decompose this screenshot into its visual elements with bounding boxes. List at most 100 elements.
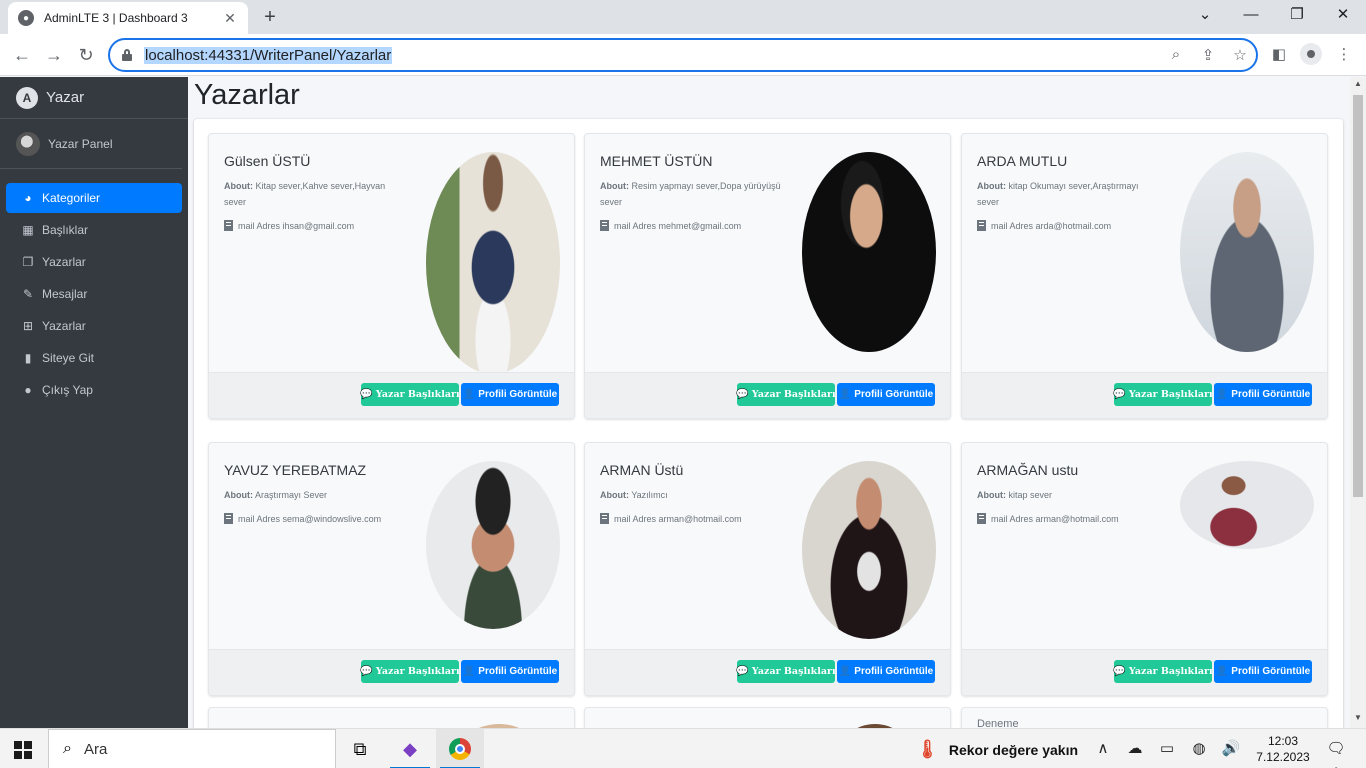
writer-titles-button[interactable]: 💬 Yazar Başlıkları	[360, 660, 460, 683]
writer-about: About: kitap sever	[977, 487, 1162, 503]
writer-titles-button[interactable]: 💬 Yazar Başlıkları	[1113, 383, 1213, 406]
brand-link[interactable]: A Yazar	[0, 77, 188, 119]
visual-studio-icon[interactable]: ◆	[386, 729, 434, 768]
sidebar-item-yazarlar[interactable]: ❐ Yazarlar	[6, 247, 182, 277]
writer-name: ARMAN Üstü	[600, 462, 684, 478]
writer-titles-button[interactable]: 💬 Yazar Başlıkları	[736, 383, 836, 406]
view-profile-button[interactable]: 👤 Profili Görüntüle	[1214, 383, 1312, 406]
clock[interactable]: 12:03 7.12.2023	[1248, 733, 1318, 765]
button-label: Yazar Başlıkları	[375, 389, 460, 400]
building-icon	[600, 220, 609, 231]
writer-mail: mail Adres ihsan@gmail.com	[224, 220, 354, 231]
copy-icon: ❐	[22, 255, 34, 269]
edit-icon: ✎	[22, 287, 34, 301]
forward-icon[interactable]: →	[42, 43, 66, 67]
card-footer: 💬 Yazar Başlıkları 👤 Profili Görüntüle	[585, 372, 950, 418]
user-icon: 👤	[838, 389, 852, 400]
about-text: kitap sever	[1008, 490, 1053, 500]
writer-name: ARMAĞAN ustu	[977, 462, 1079, 478]
about-text: Araştırmayı Sever	[255, 490, 328, 500]
scroll-up-icon[interactable]: ▲	[1350, 79, 1366, 88]
close-tab-icon[interactable]: ✕	[222, 10, 238, 27]
scroll-down-icon[interactable]: ▼	[1350, 713, 1366, 722]
new-tab-button[interactable]: +	[258, 6, 282, 28]
network-globe-icon[interactable]: ◍	[1188, 739, 1210, 757]
writer-card-partial: Deneme	[961, 707, 1328, 728]
view-profile-button[interactable]: 👤 Profili Görüntüle	[461, 383, 559, 406]
writer-photo	[426, 461, 560, 629]
view-profile-button[interactable]: 👤 Profili Görüntüle	[837, 660, 935, 683]
search-icon: ⌕	[63, 740, 72, 757]
writer-titles-button[interactable]: 💬 Yazar Başlıkları	[736, 660, 836, 683]
side-panel-icon[interactable]: ◧	[1269, 45, 1289, 63]
building-icon	[977, 513, 986, 524]
about-label: About:	[224, 490, 253, 500]
sidebar-item-label: Yazarlar	[42, 319, 86, 333]
url-text[interactable]: localhost:44331/WriterPanel/Yazarlar	[144, 46, 393, 64]
volume-icon[interactable]: 🔊	[1220, 739, 1242, 757]
chevron-up-icon[interactable]: ∧	[1092, 739, 1114, 757]
card-footer: 💬 Yazar Başlıkları 👤 Profili Görüntüle	[585, 649, 950, 695]
writer-about: About: Yazılımcı	[600, 487, 785, 503]
restore-button[interactable]: ❐	[1274, 4, 1320, 26]
task-view-icon[interactable]: ⧉	[336, 729, 384, 768]
sidebar-item-label: Kategoriler	[42, 191, 101, 205]
menu-dots-icon[interactable]: ⋮	[1334, 45, 1354, 63]
globe-icon: ●	[18, 10, 34, 26]
sidebar-item-kategoriler[interactable]: ◕ Kategoriler	[6, 183, 182, 213]
user-icon: 👤	[462, 389, 476, 400]
user-icon: 👤	[462, 666, 476, 677]
sidebar-item-mesajlar[interactable]: ✎ Mesajlar	[6, 279, 182, 309]
user-panel[interactable]: Yazar Panel	[0, 119, 182, 169]
search-placeholder: Ara	[83, 740, 108, 758]
card-footer: 💬 Yazar Başlıkları 👤 Profili Görüntüle	[209, 649, 574, 695]
writer-photo	[426, 152, 560, 374]
notification-icon[interactable]: 🗨6	[1324, 739, 1348, 768]
clock-time: 12:03	[1267, 734, 1299, 748]
reload-icon[interactable]: ↻	[74, 43, 98, 67]
battery-icon[interactable]: ▭	[1156, 739, 1178, 757]
view-profile-button[interactable]: 👤 Profili Görüntüle	[837, 383, 935, 406]
sidebar-item-label: Başlıklar	[42, 223, 89, 237]
tab-search-icon[interactable]: ⌄	[1182, 4, 1228, 26]
sidebar-item-basliklar[interactable]: ▦ Başlıklar	[6, 215, 182, 245]
browser-tabbar: ● AdminLTE 3 | Dashboard 3 ✕ + ⌄ — ❐ ✕	[0, 0, 1366, 34]
button-label: Yazar Başlıkları	[375, 666, 460, 677]
view-profile-button[interactable]: 👤 Profili Görüntüle	[461, 660, 559, 683]
profile-avatar-icon[interactable]	[1300, 43, 1322, 65]
taskbar-search[interactable]: ⌕ Ara	[48, 729, 336, 768]
writer-titles-button[interactable]: 💬 Yazar Başlıkları	[1113, 660, 1213, 683]
sidebar-item-siteye-git[interactable]: ▮ Siteye Git	[6, 343, 182, 373]
page-scrollbar[interactable]: ▲ ▼	[1350, 77, 1366, 728]
windows-start-icon[interactable]	[14, 741, 32, 759]
chrome-icon[interactable]	[436, 729, 484, 768]
mail-text: mail Adres mehmet@gmail.com	[614, 220, 742, 231]
writer-name: Deneme	[977, 718, 1019, 728]
writer-titles-button[interactable]: 💬 Yazar Başlıkları	[360, 383, 460, 406]
scrollbar-thumb[interactable]	[1353, 95, 1363, 497]
building-icon	[224, 220, 233, 231]
writer-about: About: Resim yapmayı sever,Dopa yürüyüşü…	[600, 178, 785, 210]
card-footer: 💬 Yazar Başlıkları 👤 Profili Görüntüle	[209, 372, 574, 418]
cloud-sync-icon[interactable]: ☁	[1124, 739, 1146, 757]
main-content: Yazarlar Gülsen ÜSTÜ About: Kitap sever,…	[188, 77, 1350, 728]
sidebar-item-cikis-yap[interactable]: ● Çıkış Yap	[6, 375, 182, 405]
mail-text: mail Adres arman@hotmail.com	[991, 513, 1119, 524]
button-label: Profili Görüntüle	[478, 666, 558, 677]
back-icon[interactable]: ←	[10, 43, 34, 67]
view-profile-button[interactable]: 👤 Profili Görüntüle	[1214, 660, 1312, 683]
address-bar[interactable]: localhost:44331/WriterPanel/Yazarlar ⌕ ⇪…	[108, 38, 1258, 72]
browser-tab[interactable]: ● AdminLTE 3 | Dashboard 3 ✕	[8, 2, 248, 34]
writer-card: ARMAN Üstü About: Yazılımcı mail Adres a…	[584, 442, 951, 696]
close-window-button[interactable]: ✕	[1320, 4, 1366, 26]
button-label: Profili Görüntüle	[478, 389, 558, 400]
minimize-button[interactable]: —	[1228, 4, 1274, 26]
share-icon[interactable]: ⇪	[1198, 46, 1218, 64]
button-label: Yazar Başlıkları	[1128, 389, 1213, 400]
weather-widget[interactable]: 🌡 Rekor değere yakın	[916, 739, 1078, 760]
about-label: About:	[600, 490, 629, 500]
button-label: Yazar Başlıkları	[751, 666, 836, 677]
zoom-icon[interactable]: ⌕	[1166, 46, 1186, 63]
bookmark-star-icon[interactable]: ☆	[1230, 46, 1250, 64]
sidebar-item-yazarlar-table[interactable]: ⊞ Yazarlar	[6, 311, 182, 341]
